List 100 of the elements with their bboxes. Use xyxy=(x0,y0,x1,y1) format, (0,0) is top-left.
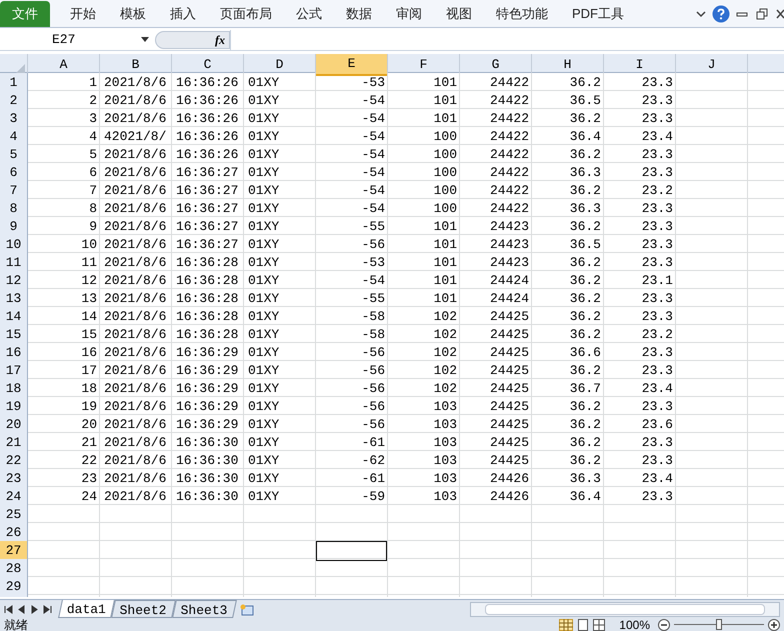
table-cell-text: 100 xyxy=(434,128,457,146)
table-cell-text: 36.3 xyxy=(570,470,601,488)
row-header[interactable]: 6 xyxy=(0,163,28,182)
table-cell-text: 101 xyxy=(434,254,457,272)
zoom-out-icon[interactable] xyxy=(658,618,670,630)
column-header[interactable]: B xyxy=(100,54,172,76)
table-cell-text: 2021/8/6 xyxy=(104,452,166,470)
column-header[interactable]: I xyxy=(604,54,676,76)
table-cell-text: 103 xyxy=(434,488,457,506)
table-cell-text: 16:36:30 xyxy=(176,488,238,506)
ribbon-tab[interactable]: PDF工具 xyxy=(560,0,636,26)
table-cell-text: 24422 xyxy=(490,110,529,128)
row-header[interactable]: 14 xyxy=(0,307,28,326)
table-cell-text: 23.6 xyxy=(642,416,673,434)
zoom-slider-thumb[interactable] xyxy=(716,619,722,630)
ribbon-tab[interactable]: 数据 xyxy=(334,0,384,26)
row-header[interactable]: 10 xyxy=(0,235,28,254)
row-header[interactable]: 27 xyxy=(0,541,28,560)
row-header[interactable]: 16 xyxy=(0,343,28,362)
column-header[interactable]: J xyxy=(676,54,748,76)
sheet-tab[interactable]: Sheet2 xyxy=(111,600,176,618)
help-icon[interactable] xyxy=(712,4,730,22)
formula-button-area[interactable]: fx xyxy=(155,30,230,48)
ribbon-tab[interactable]: 公式 xyxy=(284,0,334,26)
column-header[interactable]: F xyxy=(388,54,460,76)
chevron-icon[interactable] xyxy=(696,10,706,18)
row-header[interactable]: 20 xyxy=(0,415,28,434)
name-box[interactable]: E27 xyxy=(0,30,155,50)
column-header[interactable]: E xyxy=(316,54,388,76)
table-cell-text: 16:36:29 xyxy=(176,416,238,434)
zoom-slider[interactable] xyxy=(674,618,764,630)
table-cell-text: 3 xyxy=(89,110,97,128)
table-cell-text: 01XY xyxy=(248,164,280,182)
row-header[interactable]: 18 xyxy=(0,379,28,398)
table-cell-text: -61 xyxy=(362,434,385,452)
table-cell-text: -54 xyxy=(362,182,385,200)
row-header[interactable]: 19 xyxy=(0,397,28,416)
row-header[interactable]: 8 xyxy=(0,199,28,218)
row-header[interactable]: 23 xyxy=(0,469,28,488)
row-header[interactable]: 12 xyxy=(0,271,28,290)
row-header[interactable]: 22 xyxy=(0,451,28,470)
column-header[interactable]: H xyxy=(532,54,604,76)
ribbon-tab[interactable]: 视图 xyxy=(434,0,484,26)
ribbon-tab[interactable]: 特色功能 xyxy=(484,0,560,26)
row-header[interactable]: 5 xyxy=(0,145,28,164)
zoom-in-icon[interactable] xyxy=(768,618,780,630)
sheet-nav-icon[interactable] xyxy=(43,604,52,614)
ribbon-tab[interactable]: 页面布局 xyxy=(208,0,284,26)
row-header[interactable]: 7 xyxy=(0,181,28,200)
row-header[interactable]: 24 xyxy=(0,487,28,506)
close-icon[interactable] xyxy=(776,8,784,18)
page-break-icon[interactable] xyxy=(593,618,606,630)
row-header[interactable]: 13 xyxy=(0,289,28,308)
normal-view-icon[interactable] xyxy=(559,618,574,630)
table-cell-text: 24423 xyxy=(490,236,529,254)
table-cell-text: 2021/8/6 xyxy=(104,398,166,416)
row-header[interactable]: 11 xyxy=(0,253,28,272)
table-cell-text: 36.6 xyxy=(570,344,601,362)
table-cell-text: 21 xyxy=(81,434,97,452)
table-cell-text: -56 xyxy=(362,344,385,362)
row-header[interactable]: 21 xyxy=(0,433,28,452)
active-cell-frame[interactable] xyxy=(316,541,387,560)
status-text: 就绪 xyxy=(4,618,28,630)
table-cell-text: 2021/8/6 xyxy=(104,290,166,308)
row-header[interactable]: 26 xyxy=(0,523,28,542)
column-header[interactable]: G xyxy=(460,54,532,76)
sheet-tab[interactable]: data1 xyxy=(58,600,115,618)
ribbon-tab[interactable]: 开始 xyxy=(58,0,108,26)
row-header[interactable]: 15 xyxy=(0,325,28,344)
ribbon-tab[interactable]: 审阅 xyxy=(384,0,434,26)
table-cell-text: 36.2 xyxy=(570,110,601,128)
row-header[interactable]: 17 xyxy=(0,361,28,380)
row-header[interactable]: 1 xyxy=(0,73,28,92)
table-cell-text: 01XY xyxy=(248,200,280,218)
insert-sheet-icon[interactable] xyxy=(238,602,255,616)
row-header[interactable]: 4 xyxy=(0,127,28,146)
table-cell-text: 15 xyxy=(81,326,97,344)
table-cell-text: 16:36:27 xyxy=(176,164,238,182)
zoom-level[interactable]: 100% xyxy=(619,618,650,630)
ribbon-tab[interactable]: 插入 xyxy=(158,0,208,26)
file-tab[interactable]: 文件 xyxy=(0,0,50,26)
sheet-tab[interactable]: Sheet3 xyxy=(172,600,237,618)
restore-icon[interactable] xyxy=(756,8,768,20)
row-header[interactable]: 3 xyxy=(0,109,28,128)
table-cell-text: 36.2 xyxy=(570,146,601,164)
table-cell-text: 01XY xyxy=(248,452,280,470)
table-cell-text: 102 xyxy=(434,362,457,380)
column-header[interactable]: C xyxy=(172,54,244,76)
row-header[interactable]: 25 xyxy=(0,505,28,524)
table-cell-text: 23.3 xyxy=(642,398,673,416)
sheet-nav-icon[interactable] xyxy=(4,604,13,614)
row-header[interactable]: 28 xyxy=(0,559,28,578)
ribbon-tab[interactable]: 模板 xyxy=(108,0,158,26)
page-layout-icon[interactable] xyxy=(577,618,590,630)
row-header[interactable]: 2 xyxy=(0,91,28,110)
table-cell-text: 23.3 xyxy=(642,488,673,506)
table-cell-text: -54 xyxy=(362,272,385,290)
row-header[interactable]: 29 xyxy=(0,577,28,596)
row-header[interactable]: 9 xyxy=(0,217,28,236)
horizontal-scrollbar[interactable] xyxy=(470,602,780,616)
